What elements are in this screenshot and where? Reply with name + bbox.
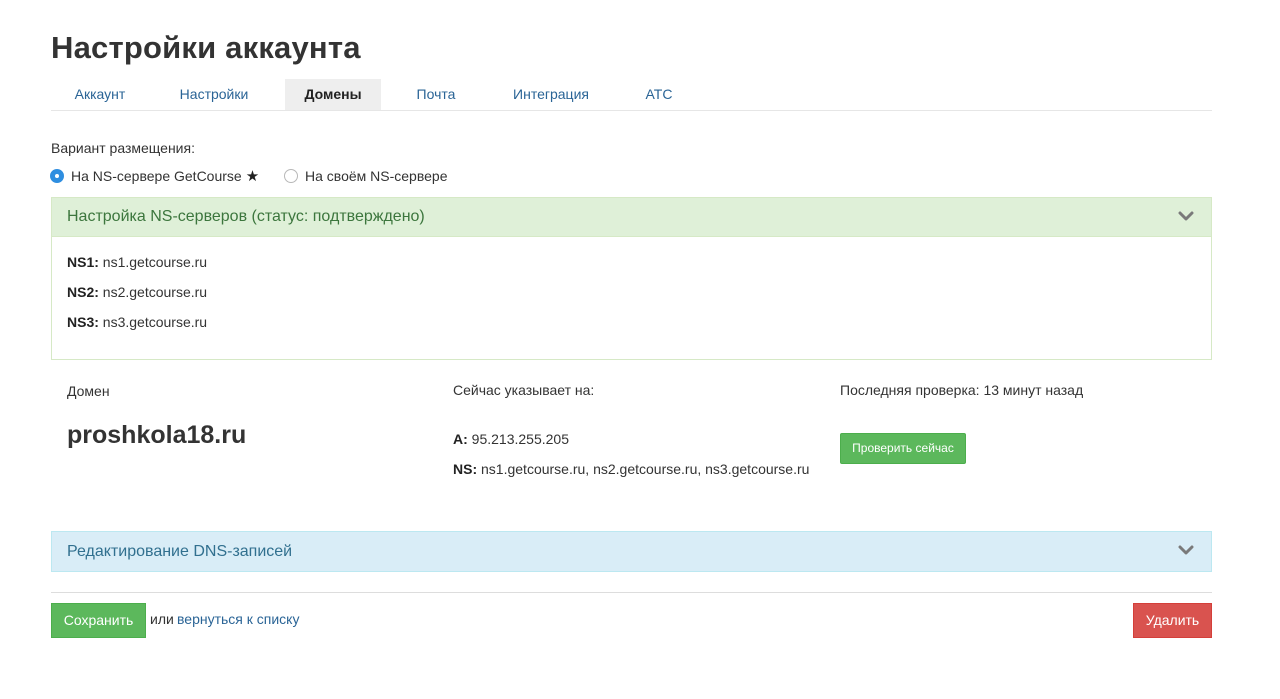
ns-key: NS1: [67,254,99,270]
ns-record: NS: ns1.getcourse.ru, ns2.getcourse.ru, … [453,461,809,477]
ns-row-3: NS3: ns3.getcourse.ru [67,314,207,330]
domain-name: proshkola18.ru [67,421,247,449]
tab-domains[interactable]: Домены [285,79,381,110]
radio-label-own-ns: На своём NS-сервере [305,168,448,184]
a-record-value: 95.213.255.205 [471,431,569,447]
placement-label: Вариант размещения: [51,140,195,156]
chevron-down-icon[interactable] [1178,210,1194,222]
check-now-button[interactable]: Проверить сейчас [840,433,966,464]
ns-value: ns1.getcourse.ru [102,254,208,270]
ns-row-1: NS1: ns1.getcourse.ru [67,254,207,270]
chevron-down-icon[interactable] [1178,544,1194,556]
tab-settings[interactable]: Настройки [149,79,279,110]
ns-value: ns3.getcourse.ru [102,314,208,330]
ns-panel-title: Настройка NS-серверов (статус: подтвержд… [67,208,425,225]
a-record: A: 95.213.255.205 [453,431,569,447]
or-text: или [150,611,174,627]
footer-divider [51,592,1212,593]
tab-ats[interactable]: АТС [631,79,687,110]
ns-record-value: ns1.getcourse.ru, ns2.getcourse.ru, ns3.… [481,461,810,477]
back-to-list-link[interactable]: вернуться к списку [177,611,299,627]
ns-record-key: NS: [453,461,478,477]
save-button[interactable]: Сохранить [51,603,146,638]
ns-panel-header[interactable]: Настройка NS-серверов (статус: подтвержд… [52,198,1211,237]
radio-option-getcourse[interactable]: На NS-сервере GetCourse ★ [50,166,259,186]
radio-checked-icon[interactable] [50,169,64,183]
radio-label-getcourse: На NS-сервере GetCourse [71,168,242,184]
tab-account[interactable]: Аккаунт [51,79,149,110]
tab-integration[interactable]: Интеграция [497,79,605,110]
radio-unchecked-icon[interactable] [284,169,298,183]
page-title: Настройки аккаунта [51,30,361,65]
points-to-label: Сейчас указывает на: [453,382,595,398]
ns-value: ns2.getcourse.ru [102,284,208,300]
ns-settings-panel: Настройка NS-серверов (статус: подтвержд… [51,197,1212,360]
delete-button[interactable]: Удалить [1133,603,1212,638]
star-icon: ★ [245,168,260,185]
ns-row-2: NS2: ns2.getcourse.ru [67,284,207,300]
last-check-text: Последняя проверка: 13 минут назад [840,382,1084,398]
a-record-key: A: [453,431,468,447]
ns-key: NS2: [67,284,99,300]
radio-option-own-ns[interactable]: На своём NS-сервере [284,166,447,186]
dns-panel-title: Редактирование DNS-записей [67,543,293,560]
ns-key: NS3: [67,314,99,330]
dns-records-panel[interactable]: Редактирование DNS-записей [51,531,1212,572]
domain-label: Домен [67,383,110,399]
dns-panel-header[interactable]: Редактирование DNS-записей [52,532,1211,571]
tabs-bar: Аккаунт Настройки Домены Почта Интеграци… [51,79,1212,111]
tab-mail[interactable]: Почта [395,79,477,110]
